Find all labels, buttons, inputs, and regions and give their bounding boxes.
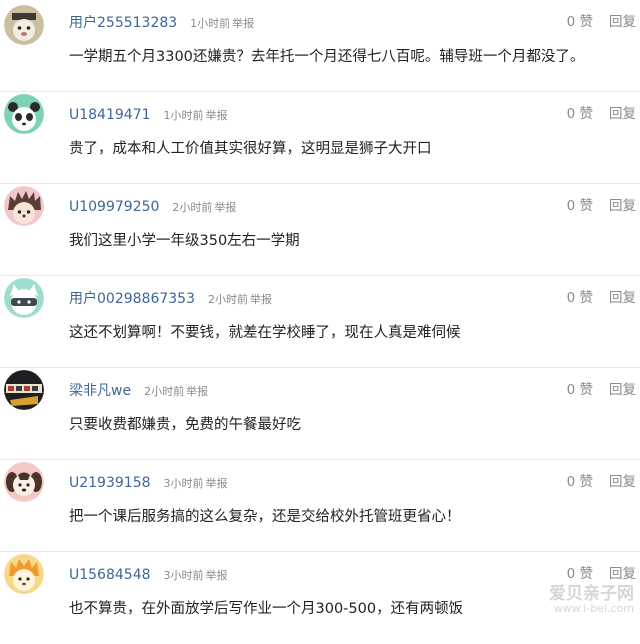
photo-avatar-icon [4,370,44,410]
like-button[interactable]: 0 赞 [567,106,593,122]
username-link[interactable]: U21939158 [69,475,151,491]
comment-actions: 0 赞回复 [567,12,636,32]
comment-item: 梁非凡we 2小时前 举报 只要收费都嫌贵，免费的午餐最好吃 0 赞回复 [0,368,640,460]
comment-meta: 用户00298867353 2小时前 举报 [69,288,272,308]
site-watermark: 爱贝亲子网 www.i-bei.com [549,585,634,615]
comment-list: 用户255513283 1小时前 举报 一学期五个月3300还嫌贵？去年托一个月还得… [0,0,640,619]
username-link[interactable]: U15684548 [69,567,151,583]
comment-item: 用户00298867353 2小时前 举报 这还不划算啊！不要钱，就差在学校睡了，现… [0,276,640,368]
reply-button[interactable]: 回复 [609,382,636,398]
comment-meta: 梁非凡we 2小时前 举报 [69,380,208,400]
comment-time: 1小时前 [190,17,231,30]
comment-item: 用户255513283 1小时前 举报 一学期五个月3300还嫌贵？去年托一个月还得… [0,0,640,92]
username-link[interactable]: U18419471 [69,107,151,123]
like-button[interactable]: 0 赞 [567,382,593,398]
username-link[interactable]: 梁非凡we [69,383,131,399]
reply-button[interactable]: 回复 [609,106,636,122]
like-button[interactable]: 0 赞 [567,474,593,490]
comment-actions: 0 赞回复 [567,196,636,216]
comment-item: U18419471 1小时前 举报 贵了，成本和人工价值其实很好算，这明显是狮子大开… [0,92,640,184]
avatar[interactable] [4,186,44,226]
comment-text: 也不算贵，在外面放学后写作业一个月300-500，还有两顿饭 [69,601,464,617]
comment-text: 我们这里小学一年级350左右一学期 [69,233,300,249]
comment-time: 2小时前 [144,385,185,398]
report-link[interactable]: 举报 [186,385,208,398]
comment-item: U15684548 3小时前 举报 也不算贵，在外面放学后写作业一个月300-500… [0,552,640,644]
reply-button[interactable]: 回复 [609,474,636,490]
comment-actions: 0 赞回复 [567,564,636,584]
comment-meta: U18419471 1小时前 举报 [69,104,228,124]
reply-button[interactable]: 回复 [609,566,636,582]
comment-time: 1小时前 [163,109,204,122]
comment-actions: 0 赞回复 [567,380,636,400]
comment-item: U109979250 2小时前 举报 我们这里小学一年级350左右一学期 0 赞回复 [0,184,640,276]
like-button[interactable]: 0 赞 [567,566,593,582]
comment-text: 这还不划算啊！不要钱，就差在学校睡了，现在人真是难伺候 [69,325,461,341]
comment-text: 一学期五个月3300还嫌贵？去年托一个月还得七八百呢。辅导班一个月都没了。 [69,49,585,65]
comment-time: 2小时前 [207,293,248,306]
reply-button[interactable]: 回复 [609,198,636,214]
reply-button[interactable]: 回复 [609,14,636,30]
avatar[interactable] [4,94,44,134]
comment-actions: 0 赞回复 [567,472,636,492]
comment-text: 把一个课后服务搞的这么复杂，还是交给校外托管班更省心！ [69,509,461,525]
comment-item: U21939158 3小时前 举报 把一个课后服务搞的这么复杂，还是交给校外托管班更… [0,460,640,552]
lion-icon [4,554,44,594]
report-link[interactable]: 举报 [206,109,228,122]
hedgehog-icon [4,186,44,226]
avatar[interactable] [4,5,44,45]
like-button[interactable]: 0 赞 [567,290,593,306]
comment-text: 只要收费都嫌贵，免费的午餐最好吃 [69,417,301,433]
username-link[interactable]: U109979250 [69,199,159,215]
comment-text: 贵了，成本和人工价值其实很好算，这明显是狮子大开口 [69,141,432,157]
watermark-text: 爱贝亲子网 [549,584,634,604]
comment-time: 3小时前 [163,569,204,582]
comment-meta: 用户255513283 1小时前 举报 [69,12,254,32]
bear-icon [4,5,44,45]
comment-time: 2小时前 [172,201,213,214]
like-button[interactable]: 0 赞 [567,14,593,30]
report-link[interactable]: 举报 [250,293,272,306]
username-link[interactable]: 用户255513283 [69,15,177,31]
ninja-cat-icon [4,278,44,318]
report-link[interactable]: 举报 [206,569,228,582]
like-button[interactable]: 0 赞 [567,198,593,214]
comment-meta: U15684548 3小时前 举报 [69,564,228,584]
reply-button[interactable]: 回复 [609,290,636,306]
comment-meta: U109979250 2小时前 举报 [69,196,236,216]
watermark-url: www.i-bei.com [553,602,634,615]
username-link[interactable]: 用户00298867353 [69,291,195,307]
panda-icon [4,94,44,134]
avatar[interactable] [4,278,44,318]
comment-meta: U21939158 3小时前 举报 [69,472,228,492]
comment-actions: 0 赞回复 [567,288,636,308]
report-link[interactable]: 举报 [232,17,254,30]
avatar[interactable] [4,370,44,410]
avatar[interactable] [4,554,44,594]
dog-icon [4,462,44,502]
comment-time: 3小时前 [163,477,204,490]
report-link[interactable]: 举报 [206,477,228,490]
comment-actions: 0 赞回复 [567,104,636,124]
report-link[interactable]: 举报 [214,201,236,214]
avatar[interactable] [4,462,44,502]
